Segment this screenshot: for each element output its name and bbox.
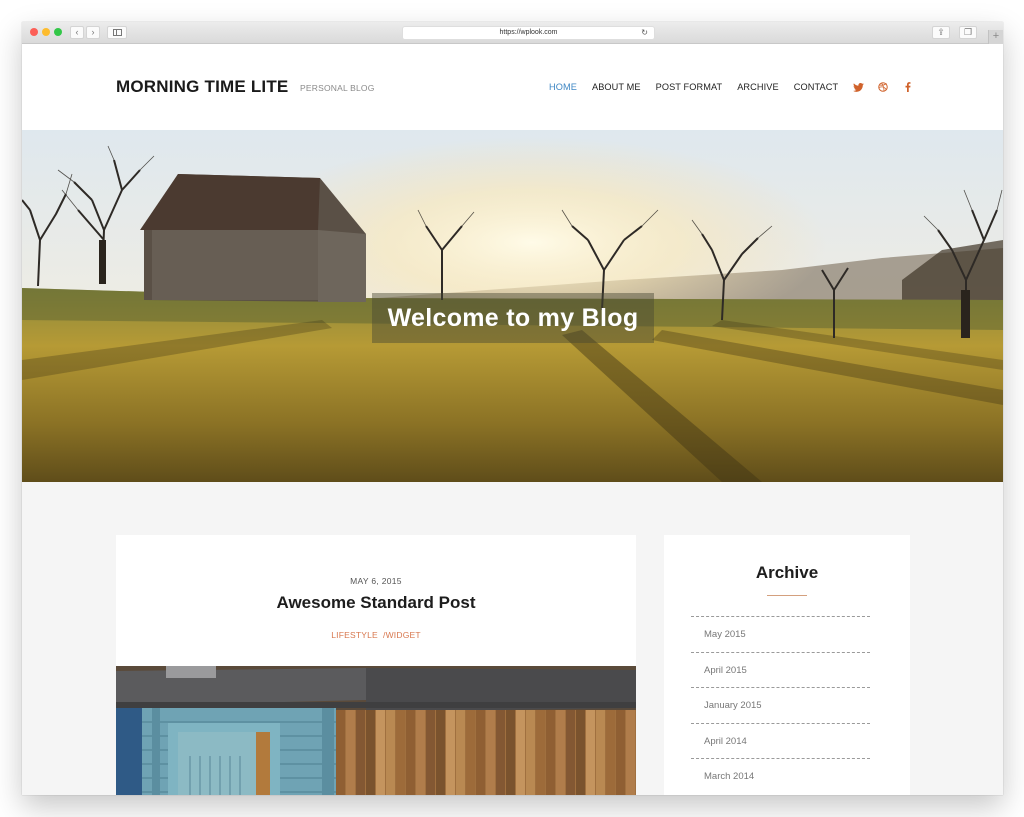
wood-plank [446, 710, 455, 795]
address-bar[interactable]: https://wplook.com ↻ [402, 26, 655, 40]
wood-plank [586, 710, 595, 795]
wood-plank [496, 710, 505, 795]
wood-plank [346, 710, 355, 795]
browser-window: ‹ › https://wplook.com ↻ ⇪ ❐ + MORNING T… [22, 22, 1003, 795]
hero-banner: Welcome to my Blog [22, 130, 1003, 482]
category-link-lifestyle[interactable]: LIFESTYLE [331, 630, 378, 640]
reload-icon[interactable]: ↻ [641, 27, 648, 39]
forward-button[interactable]: › [86, 26, 100, 39]
plus-icon: + [992, 30, 1000, 42]
wood-plank [536, 710, 545, 795]
archive-list: May 2015 April 2015 January 2015 April 2… [691, 616, 870, 794]
post-title[interactable]: Awesome Standard Post [116, 593, 636, 613]
share-icon: ⇪ [937, 27, 945, 37]
nav-item-post-format[interactable]: POST FORMAT [656, 82, 723, 92]
wood-plank [356, 710, 365, 795]
wood-plank [556, 710, 565, 795]
social-links [852, 81, 927, 93]
hero-title: Welcome to my Blog [387, 303, 639, 332]
archive-link[interactable]: April 2015 [691, 651, 870, 688]
wood-plank [596, 710, 605, 795]
wood-plank [456, 710, 465, 795]
facebook-icon[interactable] [902, 81, 914, 93]
wood-plank [436, 710, 445, 795]
wood-plank [576, 710, 585, 795]
site-header: MORNING TIME LITE PERSONAL BLOG HOME ABO… [22, 44, 1003, 130]
wood-plank [526, 710, 535, 795]
share-button[interactable]: ⇪ [932, 26, 950, 39]
wood-plank [406, 710, 415, 795]
wood-plank [396, 710, 405, 795]
post-date: MAY 6, 2015 [350, 576, 402, 586]
archive-link[interactable]: January 2015 [691, 687, 870, 723]
nav-item-home[interactable]: HOME [549, 82, 577, 92]
post-featured-image[interactable] [116, 666, 636, 795]
show-tabs-button[interactable]: ❐ [959, 26, 977, 39]
archive-link[interactable]: April 2014 [691, 722, 870, 759]
archive-link[interactable]: May 2015 [691, 616, 870, 652]
nav-item-contact[interactable]: CONTACT [794, 82, 838, 92]
wood-plank [546, 710, 555, 795]
post-card: MAY 6, 2015 Awesome Standard Post LIFEST… [116, 535, 636, 795]
widget-title-underline [767, 595, 807, 596]
wood-plank [566, 710, 575, 795]
url-text: https://wplook.com [499, 29, 558, 36]
tabs-icon: ❐ [963, 27, 973, 37]
chevron-left-icon: ‹ [75, 27, 79, 37]
wood-plank [336, 710, 345, 795]
wood-plank [606, 710, 615, 795]
widget-title: Archive [755, 563, 819, 582]
close-window-button[interactable] [30, 28, 38, 36]
minimize-window-button[interactable] [42, 28, 50, 36]
sidebar-icon [112, 29, 122, 36]
wood-plank [486, 710, 495, 795]
featured-image-graphic [116, 666, 636, 795]
post-categories: LIFESTYLE /WIDGET [116, 630, 636, 640]
wood-plank [426, 710, 435, 795]
nav-item-archive[interactable]: ARCHIVE [737, 82, 779, 92]
wood-plank [506, 710, 515, 795]
new-tab-button[interactable]: + [988, 30, 1003, 44]
site-tagline: PERSONAL BLOG [300, 83, 375, 93]
wood-plank [366, 710, 375, 795]
wood-plank [476, 710, 485, 795]
category-link-widget[interactable]: /WIDGET [383, 630, 421, 640]
wood-plank [376, 710, 385, 795]
wood-plank [616, 710, 625, 795]
archive-widget: Archive May 2015 April 2015 January 2015… [664, 535, 910, 795]
main-nav: HOME ABOUT ME POST FORMAT ARCHIVE CONTAC… [549, 81, 927, 93]
sidebar-toggle-button[interactable] [107, 26, 127, 39]
site-title[interactable]: MORNING TIME LITE [116, 77, 288, 97]
wood-plank [416, 710, 425, 795]
dribbble-icon[interactable] [877, 81, 889, 93]
maximize-window-button[interactable] [54, 28, 62, 36]
archive-link[interactable]: March 2014 [691, 758, 870, 794]
chevron-right-icon: › [91, 27, 95, 37]
twitter-icon[interactable] [852, 81, 864, 93]
hero-caption: Welcome to my Blog [372, 293, 654, 343]
browser-toolbar: ‹ › https://wplook.com ↻ ⇪ ❐ + [22, 22, 1003, 44]
wood-plank [386, 710, 395, 795]
nav-item-about-me[interactable]: ABOUT ME [592, 82, 641, 92]
wood-plank [626, 710, 635, 795]
wood-plank [466, 710, 475, 795]
back-button[interactable]: ‹ [70, 26, 84, 39]
wood-plank [516, 710, 525, 795]
